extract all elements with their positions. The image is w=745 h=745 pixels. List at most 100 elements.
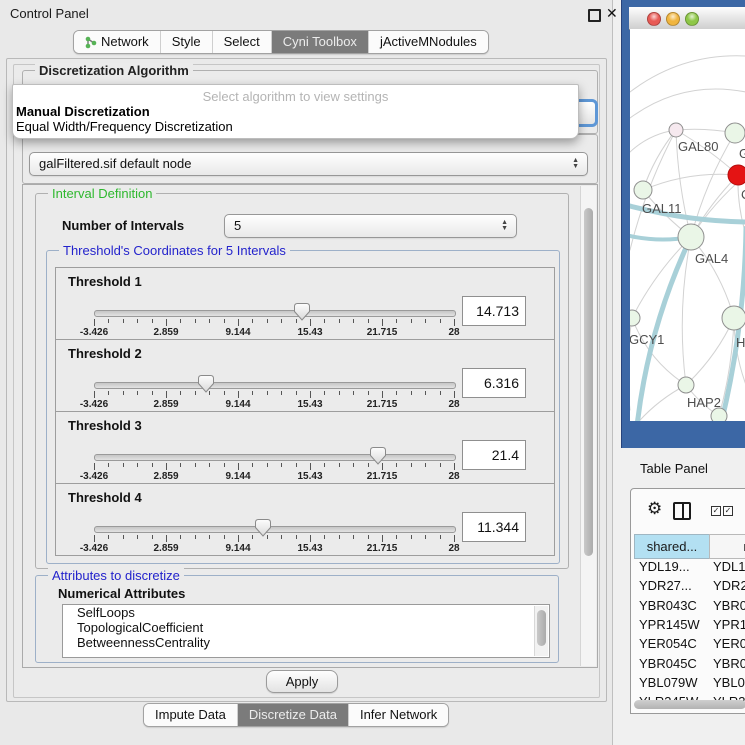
tick-mark: [454, 319, 455, 326]
attribute-list-item[interactable]: BetweennessCentrality: [63, 635, 549, 650]
network-node-ga[interactable]: [725, 123, 745, 143]
threshold-value-field[interactable]: 14.713: [462, 296, 526, 326]
table-cell[interactable]: YBR045C: [639, 656, 697, 671]
settings-scrollbar-thumb[interactable]: [584, 208, 593, 556]
tab-impute-data[interactable]: Impute Data: [144, 704, 237, 726]
tab-network[interactable]: Network: [74, 31, 160, 53]
network-edge[interactable]: [643, 174, 738, 190]
tab-cyni-toolbox[interactable]: Cyni Toolbox: [271, 31, 368, 53]
threshold-slider-track[interactable]: [94, 310, 456, 317]
network-canvas[interactable]: GAL80GACGAL11GAL4GCY1HHAP2: [630, 29, 745, 421]
slider-tick-labels: -3.4262.8599.14415.4321.71528: [94, 327, 454, 337]
threshold-slider-track[interactable]: [94, 382, 456, 389]
table-cell[interactable]: YIL052C: [639, 713, 690, 714]
tick-mark: [281, 319, 282, 323]
tick-mark: [224, 391, 225, 395]
settings-vertical-scrollbar[interactable]: [580, 186, 596, 666]
tick-mark: [94, 463, 95, 470]
table-cell[interactable]: YBL079W: [639, 675, 698, 690]
threshold-slider-thumb[interactable]: [198, 375, 214, 393]
column-header-shared[interactable]: shared...: [634, 534, 710, 559]
checkbox-icon[interactable]: ✓: [723, 506, 733, 516]
table-cell[interactable]: YDR27...: [639, 578, 692, 593]
threshold-slider-track[interactable]: [94, 526, 456, 533]
threshold-value-field[interactable]: 11.344: [462, 512, 526, 542]
tick-label: -3.426: [80, 327, 108, 338]
network-node-label: GAL4: [695, 251, 728, 266]
float-window-icon[interactable]: [588, 9, 601, 22]
tab-label: Infer Network: [360, 704, 437, 726]
network-node-gal4[interactable]: [678, 224, 704, 250]
network-edge[interactable]: [630, 56, 745, 92]
table-horizontal-scrollbar[interactable]: [634, 700, 745, 709]
table-data-group: Table Data galFiltered.sif default node …: [22, 134, 598, 184]
num-intervals-combobox[interactable]: 5 ▲▼: [224, 214, 517, 238]
tick-label: 9.144: [225, 327, 250, 338]
num-intervals-label: Number of Intervals: [62, 218, 184, 233]
table-cell[interactable]: YBR043C: [639, 598, 697, 613]
table-cell[interactable]: YPR145W: [639, 617, 700, 632]
tick-label: 9.144: [225, 471, 250, 482]
column-header-name[interactable]: n: [709, 534, 745, 559]
algorithm-popup-item[interactable]: Equal Width/Frequency Discretization: [16, 119, 233, 134]
table-cell[interactable]: YBR0: [713, 598, 745, 613]
checkbox-icon[interactable]: ✓: [711, 506, 721, 516]
network-window-titlebar[interactable]: [629, 7, 745, 30]
split-columns-icon[interactable]: [673, 502, 691, 520]
tab-infer-network[interactable]: Infer Network: [348, 704, 448, 726]
threshold-slider-thumb[interactable]: [255, 519, 271, 537]
tab-style[interactable]: Style: [160, 31, 212, 53]
attributes-list-scrollbar[interactable]: [534, 606, 548, 656]
table-cell[interactable]: YER054C: [639, 636, 697, 651]
attributes-list-scrollbar-thumb[interactable]: [537, 610, 546, 646]
tick-mark: [339, 463, 340, 467]
close-icon[interactable]: ✕: [606, 5, 618, 22]
algorithm-popup-item[interactable]: Manual Discretization: [16, 104, 150, 119]
table-cell[interactable]: YBR0: [713, 656, 745, 671]
zoom-traffic-light[interactable]: [685, 12, 699, 26]
attribute-list-item[interactable]: SelfLoops: [63, 605, 549, 620]
threshold-value-field[interactable]: 6.316: [462, 368, 526, 398]
table-cell[interactable]: YDL19...: [639, 559, 690, 574]
tick-mark: [324, 319, 325, 323]
tick-mark: [180, 319, 181, 323]
network-node-label: GAL11: [642, 201, 682, 216]
tab-select[interactable]: Select: [212, 31, 271, 53]
tick-mark: [440, 391, 441, 395]
threshold-slider-track[interactable]: [94, 454, 456, 461]
network-edge[interactable]: [630, 89, 745, 118]
network-node-gal11[interactable]: [634, 181, 652, 199]
attributes-listbox[interactable]: SelfLoopsTopologicalCoefficientBetweenne…: [62, 604, 550, 658]
table-cell[interactable]: YPR1: [713, 617, 745, 632]
table-data-combobox[interactable]: galFiltered.sif default node ▲▼: [29, 152, 588, 176]
apply-button[interactable]: Apply: [266, 670, 338, 693]
minimize-traffic-light[interactable]: [666, 12, 680, 26]
network-edge[interactable]: [630, 130, 676, 152]
table-cell[interactable]: YIL0: [713, 713, 740, 714]
gear-icon[interactable]: ⚙: [647, 499, 662, 519]
table-cell[interactable]: YBL0: [713, 675, 745, 690]
tab-jactivemnodules[interactable]: jActiveMNodules: [368, 31, 488, 53]
attribute-list-item[interactable]: TopologicalCoefficient: [63, 620, 549, 635]
threshold-slider-thumb[interactable]: [294, 303, 310, 321]
tick-mark: [224, 535, 225, 539]
tick-mark: [94, 319, 95, 326]
tick-mark: [324, 391, 325, 395]
network-node-gal80[interactable]: [669, 123, 683, 137]
tab-discretize-data[interactable]: Discretize Data: [237, 704, 348, 726]
network-edge[interactable]: [691, 237, 734, 318]
network-node-hap2[interactable]: [678, 377, 694, 393]
threshold-slider-thumb[interactable]: [370, 447, 386, 465]
network-node-gcy1[interactable]: [630, 310, 640, 326]
network-node-c[interactable]: [728, 165, 745, 185]
network-node-h[interactable]: [722, 306, 745, 330]
spinner-arrows-icon: ▲▼: [572, 153, 579, 175]
table-cell[interactable]: YDL1: [713, 559, 745, 574]
tick-mark: [411, 463, 412, 467]
algorithm-popup: Select algorithm to view settings Manual…: [12, 84, 579, 139]
table-cell[interactable]: YDR2: [713, 578, 745, 593]
threshold-value-field[interactable]: 21.4: [462, 440, 526, 470]
tick-label: 21.715: [367, 543, 398, 554]
close-traffic-light[interactable]: [647, 12, 661, 26]
table-cell[interactable]: YER0: [713, 636, 745, 651]
